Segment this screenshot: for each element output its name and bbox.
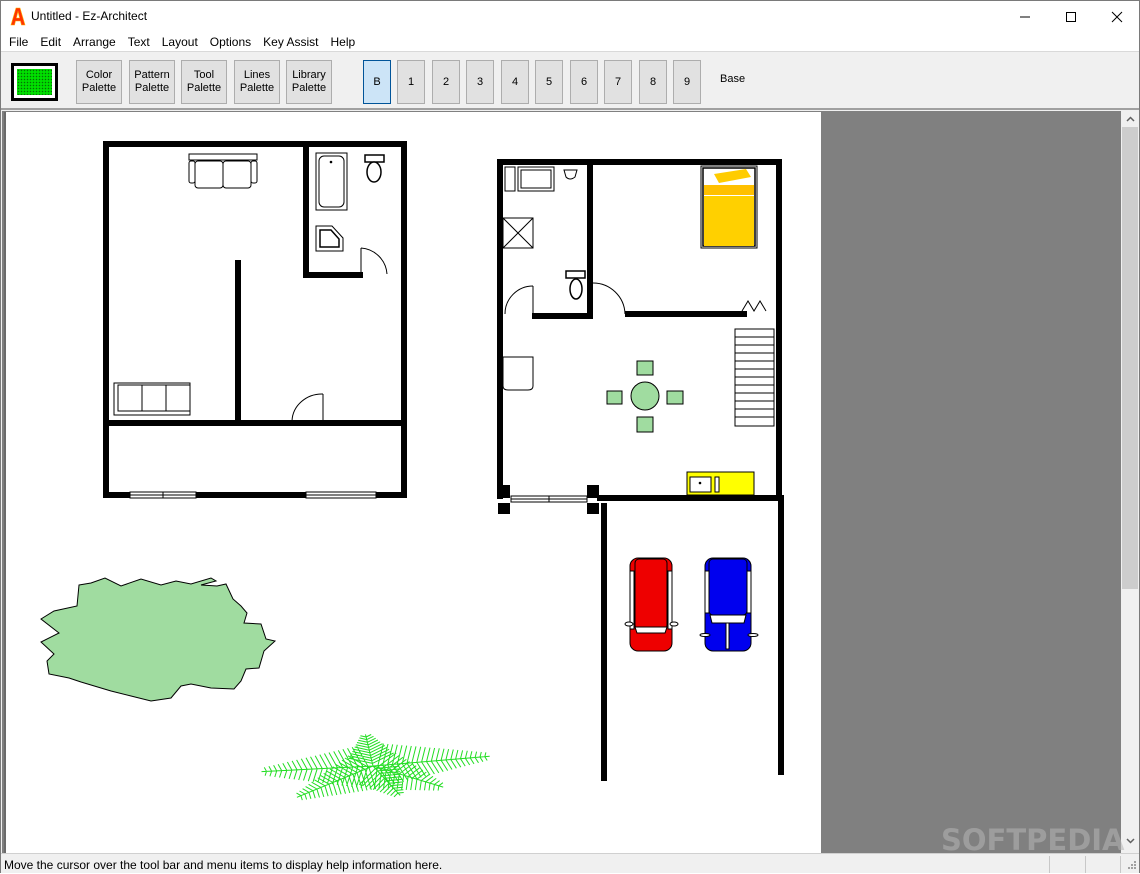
bed[interactable] (700, 165, 758, 249)
stairs[interactable] (734, 300, 775, 427)
vanity-bath[interactable] (504, 166, 578, 192)
red-car[interactable] (624, 557, 679, 652)
status-bar: Move the cursor over the tool bar and me… (1, 853, 1139, 873)
corner-bath[interactable] (315, 225, 344, 252)
left-house-walls[interactable] (103, 141, 407, 498)
right-house-window (510, 495, 588, 503)
vertical-scrollbar[interactable] (1121, 111, 1139, 853)
shrub[interactable] (40, 577, 277, 702)
scrollbar-thumb[interactable] (1122, 127, 1138, 589)
status-pane (1120, 856, 1121, 873)
kitchen-counter[interactable] (686, 471, 755, 496)
blue-car[interactable] (699, 557, 759, 652)
status-pane (1085, 856, 1086, 873)
app-window: Untitled - Ez-Architect File Edit Arrang… (0, 0, 1140, 873)
chevron-down-icon (1125, 838, 1135, 844)
three-seat-sofa[interactable] (113, 382, 191, 416)
scroll-up-button[interactable] (1121, 111, 1139, 127)
fern[interactable] (261, 734, 490, 801)
two-seat-sofa[interactable] (188, 153, 258, 189)
status-help-text: Move the cursor over the tool bar and me… (4, 858, 443, 872)
toilet[interactable] (565, 270, 586, 300)
watermark: SOFTPEDIA (941, 823, 1125, 857)
chevron-up-icon (1125, 116, 1135, 122)
fern-fronds (261, 734, 490, 801)
door-swing (504, 282, 626, 315)
resize-grip-icon[interactable] (1127, 860, 1137, 870)
bathtub[interactable] (315, 152, 348, 211)
right-house-walls[interactable] (497, 159, 784, 781)
toilet[interactable] (364, 154, 385, 183)
dining-set[interactable] (606, 360, 684, 433)
shower[interactable] (502, 217, 534, 249)
floor-plan-drawing (40, 141, 784, 801)
status-pane (1049, 856, 1050, 873)
armchair[interactable] (502, 356, 534, 391)
